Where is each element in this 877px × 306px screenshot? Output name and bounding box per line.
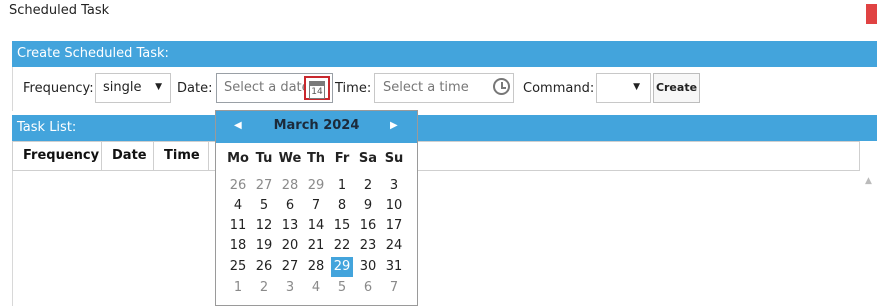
calendar-day[interactable]: 24 xyxy=(383,236,405,256)
calendar-day[interactable]: 13 xyxy=(279,216,301,236)
calendar-day[interactable]: 3 xyxy=(279,278,301,298)
calendar-day[interactable]: 28 xyxy=(305,257,327,277)
calendar-day[interactable]: 6 xyxy=(357,278,379,298)
calendar-day[interactable]: 17 xyxy=(383,216,405,236)
calendar-day[interactable]: 7 xyxy=(383,278,405,298)
calendar-day[interactable]: 14 xyxy=(305,216,327,236)
create-form: Frequency: single ▼ Date: Select a date … xyxy=(12,67,877,111)
weekday-label: Th xyxy=(306,151,326,166)
frequency-label: Frequency: xyxy=(23,81,94,96)
calendar-day[interactable]: 30 xyxy=(357,257,379,277)
weekday-label: Mo xyxy=(227,151,249,166)
calendar-day[interactable]: 20 xyxy=(279,236,301,256)
calendar-header: ◀ March 2024 ▶ xyxy=(216,111,417,143)
close-button[interactable] xyxy=(866,4,877,24)
column-header-frequency[interactable]: Frequency xyxy=(13,142,102,170)
calendar-day[interactable]: 16 xyxy=(357,216,379,236)
calendar-day[interactable]: 26 xyxy=(253,257,275,277)
next-month-icon[interactable]: ▶ xyxy=(390,120,398,131)
calendar-day[interactable]: 8 xyxy=(331,196,353,216)
weekday-label: We xyxy=(278,151,302,166)
calendar-day[interactable]: 23 xyxy=(357,236,379,256)
task-list-header: Task List: xyxy=(12,115,877,141)
calendar-day[interactable]: 2 xyxy=(357,176,379,196)
calendar-month-label: March 2024 xyxy=(273,118,360,133)
calendar-day[interactable]: 6 xyxy=(279,196,301,216)
date-label: Date: xyxy=(177,81,213,96)
chevron-down-icon: ▼ xyxy=(155,82,162,92)
calendar-day[interactable]: 27 xyxy=(279,257,301,277)
calendar-day[interactable]: 4 xyxy=(305,278,327,298)
time-placeholder: Select a time xyxy=(383,80,469,95)
calendar-day[interactable]: 1 xyxy=(227,278,249,298)
create-section-header: Create Scheduled Task: xyxy=(12,41,877,67)
weekday-label: Sa xyxy=(358,151,378,166)
time-input[interactable]: Select a time xyxy=(374,73,514,103)
calendar-day[interactable]: 29 xyxy=(305,176,327,196)
calendar-day[interactable]: 10 xyxy=(383,196,405,216)
calendar-day[interactable]: 5 xyxy=(253,196,275,216)
weekday-label: Tu xyxy=(255,151,273,166)
frequency-value: single xyxy=(103,80,142,95)
calendar-day[interactable]: 11 xyxy=(227,216,249,236)
calendar-day[interactable]: 29 xyxy=(331,257,353,277)
window-title: Scheduled Task xyxy=(9,3,110,18)
column-header-time[interactable]: Time xyxy=(154,142,209,170)
date-input[interactable]: Select a date 14 xyxy=(216,73,333,103)
task-table-header: Frequency Date Time xyxy=(12,141,860,171)
calendar-day[interactable]: 5 xyxy=(331,278,353,298)
column-header-date[interactable]: Date xyxy=(102,142,154,170)
calendar-day[interactable]: 15 xyxy=(331,216,353,236)
create-button[interactable]: Create xyxy=(653,73,700,103)
calendar-day[interactable]: 4 xyxy=(227,196,249,216)
calendar-day[interactable]: 1 xyxy=(331,176,353,196)
calendar-day[interactable]: 22 xyxy=(331,236,353,256)
calendar-day[interactable]: 12 xyxy=(253,216,275,236)
calendar-day[interactable]: 2 xyxy=(253,278,275,298)
command-label: Command: xyxy=(523,81,595,96)
calendar-day[interactable]: 7 xyxy=(305,196,327,216)
clock-icon[interactable] xyxy=(493,78,510,95)
weekday-label: Su xyxy=(384,151,404,166)
time-label: Time: xyxy=(335,81,372,96)
calendar-day[interactable]: 21 xyxy=(305,236,327,256)
weekday-label: Fr xyxy=(334,151,350,166)
calendar-day[interactable]: 18 xyxy=(227,236,249,256)
chevron-down-icon: ▼ xyxy=(633,82,640,92)
calendar-day[interactable]: 25 xyxy=(227,257,249,277)
calendar-icon-number: 14 xyxy=(309,85,325,99)
task-table-body xyxy=(12,171,877,306)
calendar-day[interactable]: 28 xyxy=(279,176,301,196)
scroll-up-icon[interactable]: ▲ xyxy=(865,176,872,186)
frequency-select[interactable]: single ▼ xyxy=(95,73,171,103)
command-select[interactable]: ▼ xyxy=(596,73,651,103)
calendar-day[interactable]: 26 xyxy=(227,176,249,196)
calendar-day[interactable]: 9 xyxy=(357,196,379,216)
weekday-row: Mo Tu We Th Fr Sa Su xyxy=(216,151,417,171)
calendar-day[interactable]: 27 xyxy=(253,176,275,196)
calendar-button[interactable]: 14 xyxy=(304,76,330,100)
calendar-day[interactable]: 3 xyxy=(383,176,405,196)
date-placeholder: Select a date xyxy=(224,80,304,95)
date-picker-popup: ◀ March 2024 ▶ Mo Tu We Th Fr Sa Su 26 27… xyxy=(215,110,418,306)
calendar-day[interactable]: 31 xyxy=(383,257,405,277)
calendar-day[interactable]: 19 xyxy=(253,236,275,256)
